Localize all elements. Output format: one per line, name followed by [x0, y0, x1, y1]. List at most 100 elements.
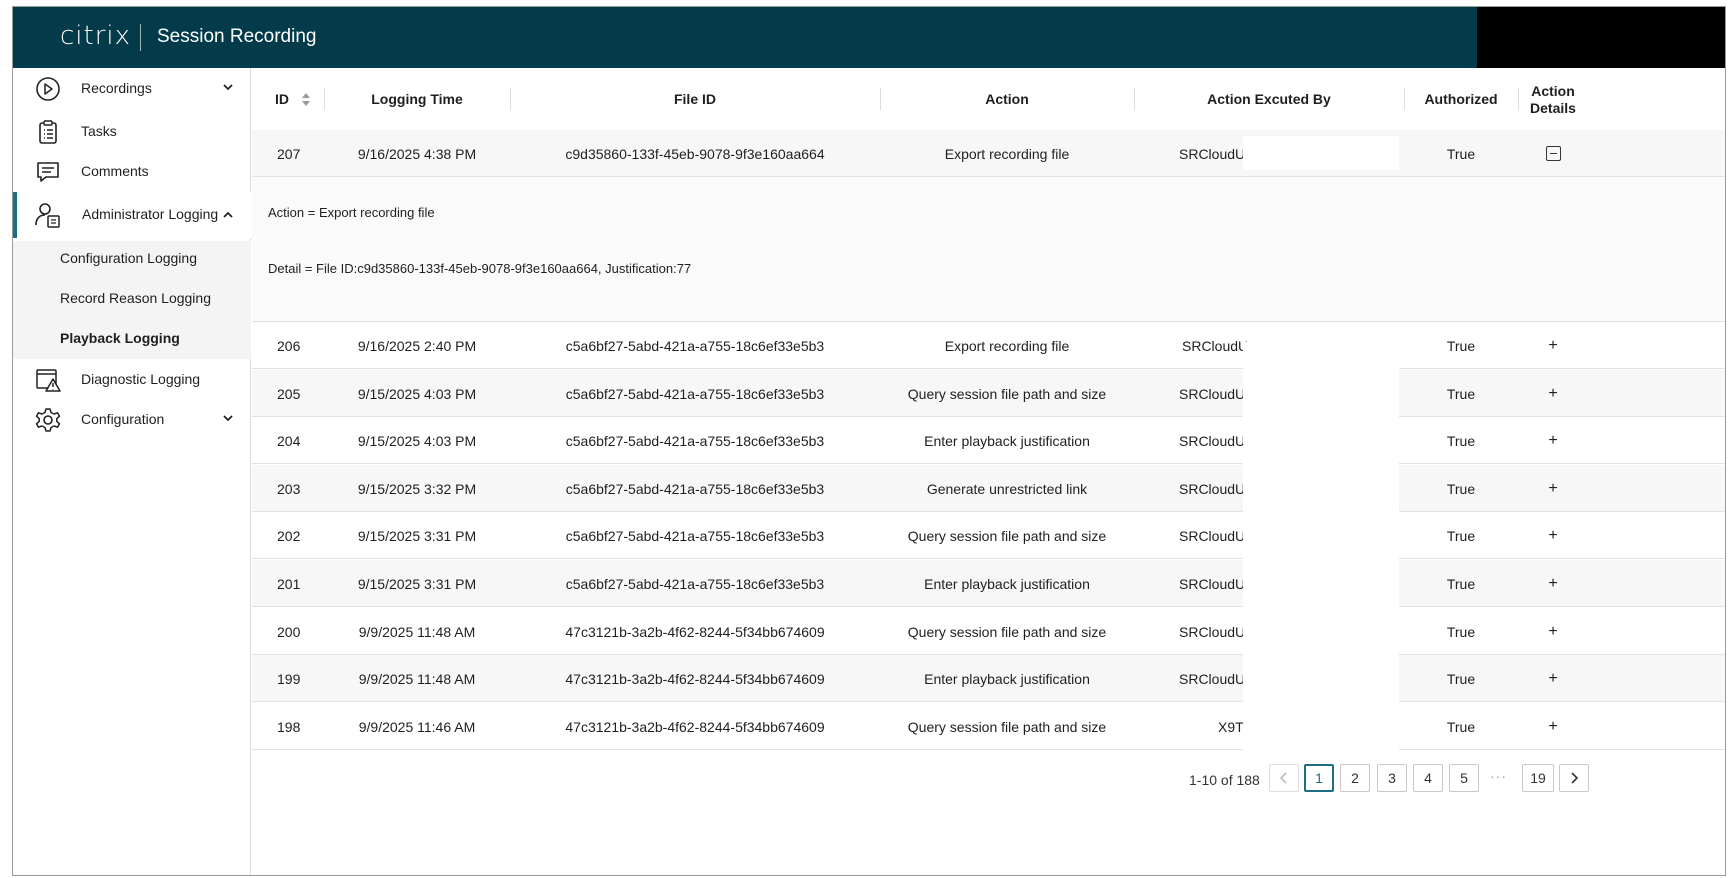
sidebar-item-comments[interactable]: Comments	[13, 151, 251, 193]
cell-file-id: 47c3121b-3a2b-4f62-8244-5f34bb674609	[565, 670, 825, 687]
cell-file-id: 47c3121b-3a2b-4f62-8244-5f34bb674609	[565, 623, 825, 640]
chevron-down-icon[interactable]	[221, 80, 235, 94]
cell-id: 203	[277, 480, 301, 497]
detail-description-text: Detail = File ID:c9d35860-133f-45eb-9078…	[268, 261, 692, 276]
expand-details-button[interactable]: +	[1518, 560, 1588, 607]
expand-details-button[interactable]: +	[1518, 703, 1588, 750]
table-row[interactable]: 201 9/15/2025 3:31 PM c5a6bf27-5abd-421a…	[252, 560, 1725, 607]
sidebar-item-label: Comments	[81, 163, 149, 179]
column-header-action-details[interactable]: Action Details	[1518, 68, 1588, 131]
app-window: citrix Session Recording Recordings Task…	[12, 6, 1726, 876]
plus-icon: +	[1548, 669, 1558, 687]
cell-file-id: c5a6bf27-5abd-421a-a755-18c6ef33e5b3	[565, 575, 825, 592]
cell-action: Enter playback justification	[924, 575, 1090, 592]
sidebar-item-recordings[interactable]: Recordings	[13, 68, 251, 110]
table-row[interactable]: 205 9/15/2025 4:03 PM c5a6bf27-5abd-421a…	[252, 370, 1725, 417]
column-header-action-executed-by[interactable]: Action Excuted By	[1134, 68, 1404, 131]
table-row[interactable]: 204 9/15/2025 4:03 PM c5a6bf27-5abd-421a…	[252, 417, 1725, 464]
table-row[interactable]: 203 9/15/2025 3:32 PM c5a6bf27-5abd-421a…	[252, 465, 1725, 512]
cell-logging-time: 9/9/2025 11:46 AM	[358, 718, 476, 735]
cell-action: Enter playback justification	[924, 670, 1090, 687]
page-button-4[interactable]: 4	[1413, 764, 1443, 792]
chevron-down-icon[interactable]	[221, 411, 235, 425]
plus-icon: +	[1548, 479, 1558, 497]
chevron-up-icon[interactable]	[221, 208, 235, 222]
cell-logging-time: 9/15/2025 3:31 PM	[357, 527, 477, 544]
plus-icon: +	[1548, 526, 1558, 544]
cell-authorized: True	[1446, 718, 1476, 735]
sidebar-item-configuration[interactable]: Configuration	[13, 399, 251, 441]
sidebar-item-diagnostic-logging[interactable]: Diagnostic Logging	[13, 359, 251, 401]
admin-user-log-icon	[35, 203, 60, 228]
cell-action: Enter playback justification	[924, 432, 1090, 449]
next-page-button[interactable]	[1559, 764, 1589, 792]
chevron-right-icon	[1571, 772, 1579, 784]
table-row[interactable]: 200 9/9/2025 11:48 AM 47c3121b-3a2b-4f62…	[252, 608, 1725, 655]
redaction-mask	[1243, 342, 1399, 750]
detail-action-text: Action = Export recording file	[268, 205, 435, 220]
column-header-file-id[interactable]: File ID	[510, 68, 880, 131]
active-indicator	[13, 192, 17, 238]
column-header-authorized[interactable]: Authorized	[1404, 68, 1518, 131]
cell-logging-time: 9/9/2025 11:48 AM	[358, 670, 476, 687]
expand-details-button[interactable]: +	[1518, 417, 1588, 464]
table-row[interactable]: 198 9/9/2025 11:46 AM 47c3121b-3a2b-4f62…	[252, 703, 1725, 750]
page-button-last[interactable]: 19	[1522, 764, 1554, 792]
page-button-1[interactable]: 1	[1304, 764, 1334, 792]
clipboard-list-icon	[39, 120, 57, 144]
cell-action: Query session file path and size	[907, 623, 1107, 640]
sort-icon[interactable]	[301, 91, 311, 109]
cell-logging-time: 9/15/2025 3:31 PM	[357, 575, 477, 592]
sidebar-item-administrator-logging[interactable]: Administrator Logging	[13, 192, 251, 238]
cell-logging-time: 9/15/2025 3:32 PM	[357, 480, 477, 497]
prev-page-button[interactable]	[1269, 764, 1299, 792]
cell-file-id: c5a6bf27-5abd-421a-a755-18c6ef33e5b3	[565, 337, 825, 354]
collapse-details-button[interactable]	[1518, 130, 1588, 177]
cell-logging-time: 9/15/2025 4:03 PM	[357, 385, 477, 402]
sidebar-subitem-configuration-logging[interactable]: Configuration Logging	[60, 250, 197, 266]
table-row[interactable]: 202 9/15/2025 3:31 PM c5a6bf27-5abd-421a…	[252, 512, 1725, 559]
pagination-range: 1-10 of 188	[1189, 772, 1260, 788]
cell-authorized: True	[1446, 527, 1476, 544]
page-button-2[interactable]: 2	[1340, 764, 1370, 792]
sidebar-item-label: Diagnostic Logging	[81, 371, 201, 387]
app-title: Session Recording	[157, 26, 317, 47]
sidebar-subitem-playback-logging[interactable]: Playback Logging	[60, 330, 180, 346]
redaction-mask	[1243, 136, 1399, 170]
sidebar-submenu: Configuration Logging Record Reason Logg…	[13, 241, 251, 359]
expand-details-button[interactable]: +	[1518, 512, 1588, 559]
pagination-ellipsis[interactable]: ···	[1490, 768, 1507, 784]
row-detail-panel: Action = Export recording file Detail = …	[252, 177, 1725, 322]
table-row[interactable]: 207 9/16/2025 4:38 PM c9d35860-133f-45eb…	[252, 130, 1725, 177]
cell-id: 198	[277, 718, 301, 735]
expand-details-button[interactable]: +	[1518, 608, 1588, 655]
plus-icon: +	[1548, 622, 1558, 640]
sidebar-item-label: Configuration	[81, 411, 165, 427]
page-button-5[interactable]: 5	[1449, 764, 1479, 792]
comment-icon	[37, 162, 59, 182]
column-header-id[interactable]: ID	[252, 68, 324, 131]
top-header: citrix Session Recording	[13, 7, 1725, 68]
cell-authorized: True	[1446, 575, 1476, 592]
expand-details-button[interactable]: +	[1518, 322, 1588, 369]
page-button-3[interactable]: 3	[1377, 764, 1407, 792]
expand-details-button[interactable]: +	[1518, 465, 1588, 512]
column-header-action[interactable]: Action	[880, 68, 1134, 131]
table-row[interactable]: 199 9/9/2025 11:48 AM 47c3121b-3a2b-4f62…	[252, 655, 1725, 702]
cell-logging-time: 9/9/2025 11:48 AM	[358, 623, 476, 640]
cell-logging-time: 9/16/2025 2:40 PM	[357, 337, 477, 354]
diagnostic-warning-icon	[36, 369, 61, 392]
cell-action: Query session file path and size	[907, 385, 1107, 402]
expand-details-button[interactable]: +	[1518, 655, 1588, 702]
sidebar-subitem-record-reason-logging[interactable]: Record Reason Logging	[60, 290, 211, 306]
playback-logging-table: ID Logging Time File ID Action Action Ex…	[252, 68, 1725, 875]
sidebar-item-label: Tasks	[81, 123, 117, 139]
sidebar-item-tasks[interactable]: Tasks	[13, 111, 251, 153]
table-row[interactable]: 206 9/16/2025 2:40 PM c5a6bf27-5abd-421a…	[252, 322, 1725, 369]
column-header-logging-time[interactable]: Logging Time	[324, 68, 510, 131]
cell-id: 206	[277, 337, 301, 354]
cell-action: Export recording file	[944, 337, 1070, 354]
plus-icon: +	[1548, 336, 1558, 354]
expand-details-button[interactable]: +	[1518, 370, 1588, 417]
cell-file-id: c9d35860-133f-45eb-9078-9f3e160aa664	[565, 145, 825, 162]
